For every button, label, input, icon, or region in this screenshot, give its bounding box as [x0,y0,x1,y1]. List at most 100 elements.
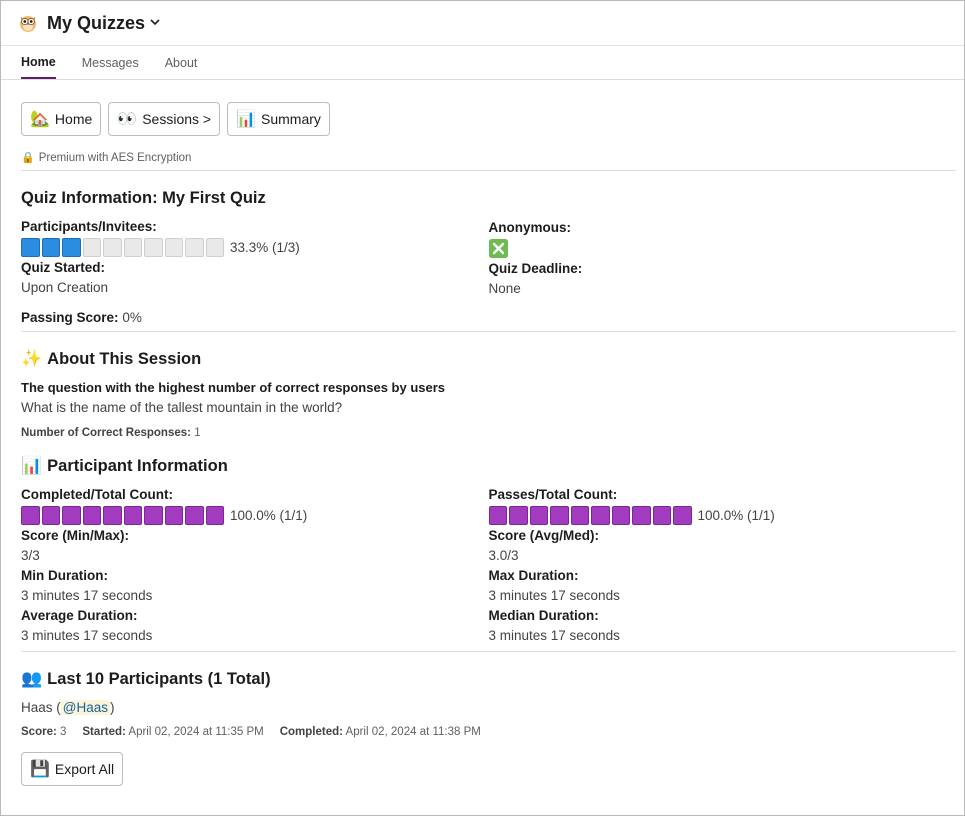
export-all-button[interactable]: 💾 Export All [21,752,124,786]
progress-square [632,506,651,525]
participant-completed-value: April 02, 2024 at 11:38 PM [345,726,481,738]
anonymous-label: Anonymous: [488,220,572,235]
passes-progress-squares [488,506,694,525]
home-button[interactable]: 🏡 Home [21,102,102,136]
progress-square [488,506,507,525]
lock-icon: 🔒 [21,152,35,164]
top-question-text: What is the name of the tallest mountain… [21,400,343,415]
progress-square [41,506,60,525]
progress-square [164,506,183,525]
participants-progress-squares [21,238,226,257]
premium-context: 🔒 Premium with AES Encryption [21,151,956,165]
score-avgmed-label: Score (Avg/Med): [488,528,600,543]
divider [21,170,956,171]
progress-square [103,238,122,257]
quiz-info-grid: Participants/Invitees: 33.3% (1/3) Quiz … [21,217,956,299]
bar-chart-icon: 📊 [236,111,256,128]
tab-messages[interactable]: Messages [82,56,139,79]
progress-square [185,506,204,525]
participant-name: Haas [21,700,53,715]
quiz-started-value: Upon Creation [21,280,109,295]
avg-duration-value: 3 minutes 17 seconds [21,628,153,643]
completed-progress-text: 100.0% (1/1) [230,508,308,523]
progress-square [570,506,589,525]
max-duration-value: 3 minutes 17 seconds [488,588,620,603]
tab-home[interactable]: Home [21,55,56,79]
chevron-down-icon[interactable] [150,17,160,29]
score-avgmed-value: 3.0/3 [488,548,519,563]
participant-completed-label: Completed: [279,726,343,738]
premium-text: Premium with AES Encryption [38,151,192,164]
participants-label: Participants/Invitees: [21,219,157,234]
house-icon: 🏡 [30,111,50,128]
progress-square [673,506,692,525]
median-duration-value: 3 minutes 17 seconds [488,628,620,643]
participant-info-right: Passes/Total Count: 100.0% (1/1) Score (… [488,485,957,646]
min-duration-value: 3 minutes 17 seconds [21,588,153,603]
quiz-info-title: Quiz Information: My First Quiz [21,189,956,208]
participants-progress-text: 33.3% (1/3) [230,240,300,255]
progress-square [123,238,142,257]
progress-square [21,506,40,525]
last-participants-title-text: Last 10 Participants (1 Total) [47,669,271,688]
cross-mark-icon [488,239,508,258]
quiz-deadline-value: None [488,281,521,296]
quiz-started-label: Quiz Started: [21,260,106,275]
anonymous-value [488,238,957,259]
participant-mention[interactable]: @Haas [60,700,110,715]
score-minmax-label: Score (Min/Max): [21,528,130,543]
completed-progress-bar: 100.0% (1/1) [21,505,489,526]
participant-info-title: 📊 Participant Information [21,456,956,476]
quiz-deadline-label: Quiz Deadline: [488,261,583,276]
passing-score-value: 0% [122,310,142,325]
progress-square [62,238,81,257]
home-button-label: Home [54,111,93,127]
last-participants-title: 👥 Last 10 Participants (1 Total) [21,669,956,689]
about-session-title-text: About This Session [47,349,202,368]
tab-bar: Home Messages About [1,46,964,80]
progress-square [144,238,163,257]
summary-button-label: Summary [261,111,321,127]
about-session-title: ✨ About This Session [21,349,956,369]
progress-square [82,506,101,525]
summary-button[interactable]: 📊 Summary [227,102,330,136]
tab-about[interactable]: About [165,56,198,79]
passing-score-label: Passing Score: [21,310,119,325]
progress-square [529,506,548,525]
top-question-label: The question with the highest number of … [21,380,446,395]
quiz-info-left: Participants/Invitees: 33.3% (1/3) Quiz … [21,217,489,299]
participant-info-title-text: Participant Information [47,456,228,475]
participant-info-grid: Completed/Total Count: 100.0% (1/1) Scor… [21,485,956,646]
score-minmax-value: 3/3 [21,548,40,563]
owl-app-icon [20,16,36,32]
nav-button-row: 🏡 Home 👀 Sessions > 📊 Summary [21,102,956,136]
participant-score-label: Score: [21,726,57,738]
quiz-info-right: Anonymous: Quiz Deadline: None [488,217,957,299]
eyes-icon: 👀 [117,111,138,128]
participant-info-left: Completed/Total Count: 100.0% (1/1) Scor… [21,485,489,646]
correct-responses: Number of Correct Responses: 1 [21,427,956,439]
progress-square [41,238,60,257]
floppy-disk-icon: 💾 [30,761,50,778]
median-duration-label: Median Duration: [488,608,599,623]
participant-started-value: April 02, 2024 at 11:35 PM [128,726,264,738]
sessions-button[interactable]: 👀 Sessions > [108,102,221,136]
progress-square [550,506,569,525]
app-window: My Quizzes Home Messages About 🏡 Home 👀 … [0,0,965,816]
participant-score-value: 3 [60,726,67,738]
app-title[interactable]: My Quizzes [47,13,145,34]
sessions-button-label: Sessions > [142,111,212,127]
divider [21,651,956,652]
progress-square [205,238,224,257]
export-all-label: Export All [54,761,115,777]
progress-square [82,238,101,257]
progress-square [62,506,81,525]
participants-progress-bar: 33.3% (1/3) [21,237,489,258]
progress-square [123,506,142,525]
correct-responses-value: 1 [194,427,201,439]
passes-label: Passes/Total Count: [488,487,618,502]
progress-square [205,506,224,525]
progress-square [164,238,183,257]
home-content: 🏡 Home 👀 Sessions > 📊 Summary 🔒 Premium … [1,102,964,786]
progress-square [103,506,122,525]
